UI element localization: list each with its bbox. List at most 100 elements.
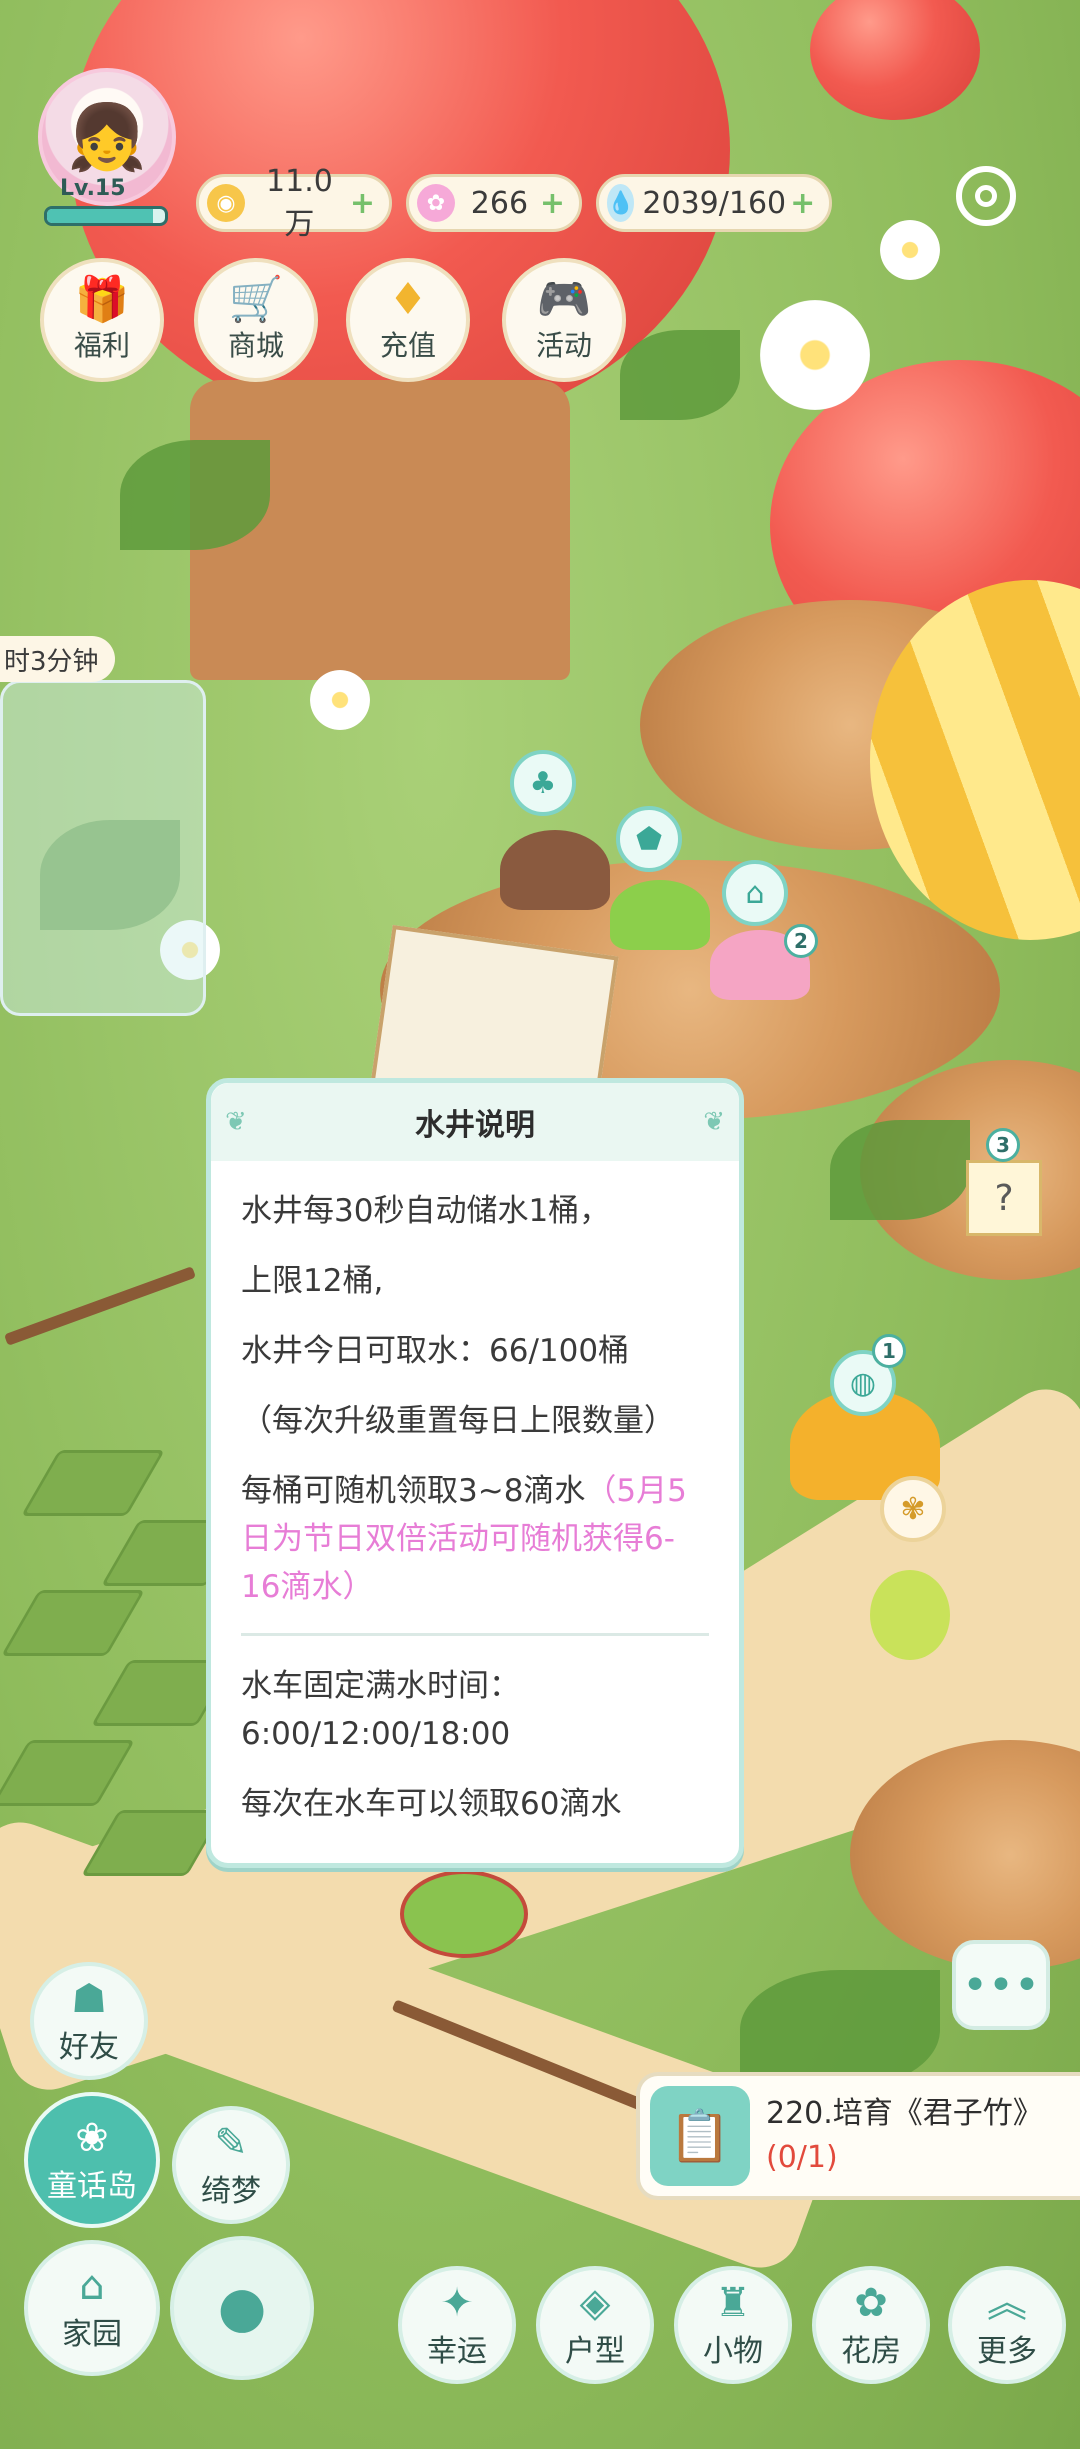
welfare-label: 福利: [73, 329, 130, 362]
recharge-label: 充值: [379, 329, 436, 362]
greenhouse-label: 花房: [841, 2334, 901, 2369]
water-count-badge: 1: [872, 1334, 906, 1368]
flower-decor: [760, 300, 870, 410]
flower-decor: [880, 220, 940, 280]
star-counter[interactable]: ✿ 266 +: [406, 174, 582, 232]
star-add-button[interactable]: +: [540, 186, 565, 221]
dialog-line: 每桶可随机领取3~8滴水（5月5日为节日双倍活动可随机获得6-16滴水）: [241, 1467, 709, 1611]
coin-counter[interactable]: ◉ 11.0万 +: [196, 164, 392, 242]
chevron-up-icon: ︽: [987, 2280, 1027, 2326]
dialog-line: 上限12桶,: [241, 1263, 384, 1299]
greenhouse-button[interactable]: ✿ 花房: [812, 2266, 930, 2384]
glass-greenhouse[interactable]: [0, 680, 206, 1016]
well-info-dialog[interactable]: ❦ 水井说明 ❦ 水井每30秒自动储水1桶， 上限12桶, 水井今日可取水：66…: [206, 1078, 744, 1868]
pear-chick-character[interactable]: [870, 1570, 950, 1660]
diamond-icon: ♦: [388, 274, 428, 325]
task-progress: (0/1): [766, 2140, 838, 2175]
dialog-line: 水车固定满水时间：6:00/12:00/18:00: [241, 1668, 520, 1752]
dialog-line-main: 每桶可随机领取3~8滴水: [241, 1473, 586, 1509]
flower-decor: [310, 670, 370, 730]
leaf-decor: [620, 330, 740, 420]
house-icon: ⌂: [79, 2263, 105, 2309]
xp-bar: [44, 206, 168, 226]
wheelbarrow[interactable]: [400, 1870, 528, 1958]
keyhole-icon: ●: [217, 2275, 267, 2340]
events-button[interactable]: 🎮 活动: [502, 258, 626, 382]
task-title: 220.培育《君子竹》: [766, 2096, 1043, 2131]
settings-ring-button[interactable]: [956, 166, 1016, 226]
tree-pin-icon[interactable]: ♣: [510, 750, 576, 816]
items-button[interactable]: ♜ 小物: [674, 2266, 792, 2384]
greenhouse-icon: ✿: [854, 2280, 888, 2326]
fairy-island-label: 童话岛: [47, 2169, 137, 2204]
recharge-button[interactable]: ♦ 充值: [346, 258, 470, 382]
dialog-line: 水井每30秒自动储水1桶，: [241, 1193, 611, 1229]
welfare-button[interactable]: 🎁 福利: [40, 258, 164, 382]
dream-label: 绮梦: [201, 2174, 261, 2209]
home-label: 家园: [62, 2317, 122, 2352]
dialog-line: 每次在水车可以领取60滴水: [241, 1786, 622, 1822]
chat-bubble-icon: •••: [962, 1959, 1040, 2011]
fairy-island-button[interactable]: ❀ 童话岛: [24, 2092, 160, 2228]
chat-button[interactable]: •••: [952, 1940, 1050, 2030]
sprig-right-icon: ❦: [703, 1107, 725, 1137]
question-box-icon[interactable]: ?: [966, 1160, 1042, 1236]
layout-icon: ◈: [579, 2280, 611, 2326]
water-drop-icon: 💧: [607, 184, 635, 222]
dialog-body: 水井每30秒自动储水1桶， 上限12桶, 水井今日可取水：66/100桶 （每次…: [211, 1161, 739, 1828]
lucky-label: 幸运: [427, 2334, 487, 2369]
home-button[interactable]: ⌂ 家园: [24, 2240, 160, 2376]
water-add-button[interactable]: +: [790, 186, 815, 221]
flower-star-icon: ✿: [417, 184, 455, 222]
dialog-header: ❦ 水井说明 ❦: [211, 1083, 739, 1161]
layout-button[interactable]: ◈ 户型: [536, 2266, 654, 2384]
dream-button[interactable]: ✎ 绮梦: [172, 2106, 290, 2224]
mushroom-character[interactable]: [610, 880, 710, 950]
dialog-line: 水井今日可取水：66/100桶: [241, 1333, 630, 1369]
leaf-decor: [830, 1120, 970, 1220]
sofa-pin-icon[interactable]: ⌂: [722, 860, 788, 926]
dialog-title: 水井说明: [415, 1108, 535, 1143]
box-count-badge: 3: [986, 1128, 1020, 1162]
wheat-pin-icon[interactable]: ✾: [880, 1476, 946, 1542]
friend-icon: ☗: [71, 1976, 107, 2022]
more-label: 更多: [977, 2334, 1037, 2369]
tag-pin-icon[interactable]: ⬟: [616, 806, 682, 872]
mushroom-character[interactable]: [500, 830, 610, 910]
sign-count-badge: 2: [784, 924, 818, 958]
items-label: 小物: [703, 2334, 763, 2369]
events-label: 活动: [535, 329, 592, 362]
task-text: 220.培育《君子竹》 (0/1): [766, 2092, 1043, 2180]
keyhole-button[interactable]: ●: [170, 2236, 314, 2380]
task-panel[interactable]: 📋 220.培育《君子竹》 (0/1): [636, 2072, 1080, 2200]
settings-ring-icon: [975, 185, 997, 207]
gamepad-icon: 🎮: [536, 274, 592, 325]
more-button[interactable]: ︽ 更多: [948, 2266, 1066, 2384]
shop-button[interactable]: 🛒 商城: [194, 258, 318, 382]
friends-button[interactable]: ☗ 好友: [30, 1962, 148, 2080]
clipboard-icon: 📋: [650, 2086, 750, 2186]
leaf-decor: [120, 440, 270, 550]
coin-value: 11.0万: [266, 163, 333, 242]
dialog-divider: [241, 1633, 709, 1636]
water-counter[interactable]: 💧 2039/160 +: [596, 174, 832, 232]
cart-icon: 🛒: [228, 274, 284, 325]
flower-icon: ❀: [75, 2115, 109, 2161]
coin-add-button[interactable]: +: [350, 186, 375, 221]
lucky-button[interactable]: ✦ 幸运: [398, 2266, 516, 2384]
castle-icon: ♜: [715, 2280, 751, 2326]
friends-label: 好友: [59, 2030, 119, 2065]
xp-bar-fill: [47, 209, 154, 223]
star-value: 266: [470, 185, 529, 221]
sprig-left-icon: ❦: [225, 1107, 247, 1137]
gift-icon: 🎁: [74, 274, 130, 325]
layout-label: 户型: [565, 2334, 625, 2369]
lucky-icon: ✦: [440, 2280, 474, 2326]
coin-icon: ◉: [207, 184, 245, 222]
water-value: 2039/160: [642, 185, 787, 221]
dialog-line: （每次升级重置每日上限数量）: [241, 1403, 675, 1439]
dream-notes-icon: ✎: [214, 2120, 248, 2166]
player-level: Lv.15: [60, 176, 126, 201]
timer-label: 时3分钟: [0, 636, 115, 682]
player-avatar-panel[interactable]: 👧 Lv.15: [38, 68, 178, 228]
